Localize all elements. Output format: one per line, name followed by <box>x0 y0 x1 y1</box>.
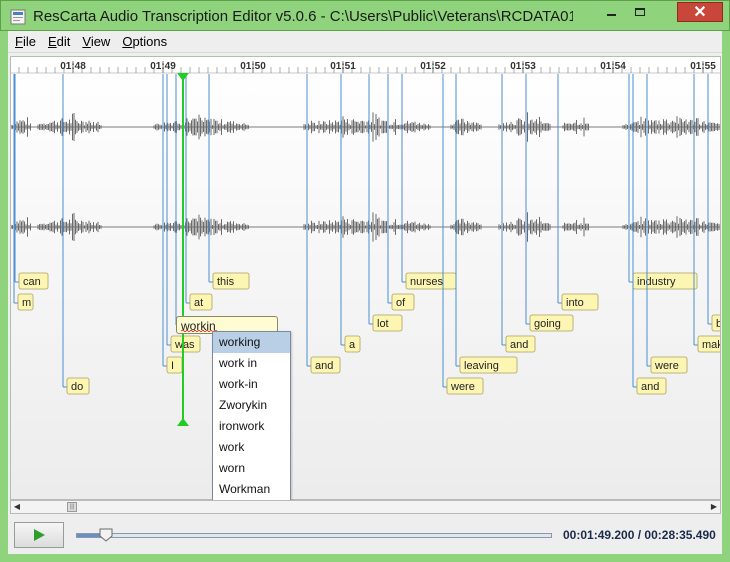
word-label[interactable]: a <box>349 339 356 351</box>
word-label[interactable]: of <box>396 297 406 309</box>
word-label[interactable]: leaving <box>464 360 499 372</box>
word-label[interactable]: into <box>566 297 584 309</box>
word-label[interactable]: industry <box>637 276 676 288</box>
suggestion-item[interactable]: worn <box>213 458 290 479</box>
play-button[interactable] <box>14 522 64 548</box>
word-label[interactable]: and <box>315 360 333 372</box>
word-label[interactable]: making <box>702 339 721 351</box>
word-label[interactable]: at <box>194 297 203 309</box>
suggestion-item[interactable]: working <box>213 332 290 353</box>
time-separator: / <box>637 528 642 542</box>
word-label[interactable]: this <box>217 276 235 288</box>
ruler-tick-label: 01:53 <box>510 61 536 72</box>
close-button[interactable]: ✕ <box>677 2 723 22</box>
suggestion-item[interactable]: work <box>213 437 290 458</box>
current-time: 00:01:49.200 <box>563 528 635 542</box>
menu-bar: File Edit View Options <box>8 31 722 53</box>
ruler-tick-label: 01:51 <box>330 61 356 72</box>
maximize-button[interactable] <box>627 2 653 22</box>
word-label[interactable]: nurses <box>410 276 444 288</box>
suggestion-item[interactable]: ironwork <box>213 416 290 437</box>
ruler-tick-label: 01:50 <box>240 61 266 72</box>
scroll-left-arrow-icon[interactable]: ◀ <box>11 501 23 513</box>
suggestion-item[interactable]: work-in <box>213 374 290 395</box>
maximize-icon <box>635 8 645 16</box>
window-frame-bottom <box>0 554 730 562</box>
suggestion-item[interactable]: work in <box>213 353 290 374</box>
word-label[interactable]: m <box>22 297 31 309</box>
word-label[interactable]: do <box>71 381 83 393</box>
timeline-canvas[interactable]: 01:48 01:49 01:50 01:51 01:52 01:53 01:54 01:55… <box>11 57 721 500</box>
word-label[interactable]: going <box>534 318 561 330</box>
total-time: 00:28:35.490 <box>644 528 716 542</box>
window-frame-left <box>0 31 8 562</box>
word-label[interactable]: lot <box>377 318 389 330</box>
ruler-tick-label: 01:54 <box>600 61 626 72</box>
word-label[interactable]: big <box>716 318 721 330</box>
horizontal-scrollbar[interactable]: ◀ ||| ▶ <box>10 500 721 514</box>
suggestion-item[interactable]: Zworykin <box>213 395 290 416</box>
minimize-button[interactable] <box>598 2 625 22</box>
minimize-icon <box>607 14 616 16</box>
spelling-suggestions-popup: working work in work-in Zworykin ironwor… <box>212 331 291 522</box>
window-title: ResCarta Audio Transcription Editor v5.0… <box>33 8 573 25</box>
ruler-tick-label: 01:49 <box>150 61 176 72</box>
menu-file[interactable]: File <box>10 34 41 49</box>
ruler-tick-label: 01:55 <box>690 61 716 72</box>
menu-view[interactable]: View <box>77 34 115 49</box>
word-label[interactable]: were <box>654 360 679 372</box>
close-icon: ✕ <box>693 4 707 21</box>
playback-position-slider[interactable] <box>76 528 552 542</box>
time-readout: 00:01:49.200 / 00:28:35.490 <box>563 528 716 542</box>
slider-track <box>76 533 552 538</box>
app-icon <box>10 9 26 25</box>
transcription-editor[interactable]: 01:48 01:49 01:50 01:51 01:52 01:53 01:54 01:55… <box>10 56 721 500</box>
word-label[interactable]: was <box>174 339 195 351</box>
scroll-right-arrow-icon[interactable]: ▶ <box>708 501 720 513</box>
word-label[interactable]: can <box>23 276 41 288</box>
slider-thumb[interactable] <box>99 528 113 542</box>
ruler-tick-label: 01:48 <box>60 61 86 72</box>
word-label[interactable]: I <box>171 360 174 372</box>
window-frame-right <box>722 31 730 562</box>
word-label[interactable]: and <box>641 381 659 393</box>
title-bar[interactable]: ResCarta Audio Transcription Editor v5.0… <box>0 0 730 31</box>
word-label[interactable]: were <box>450 381 475 393</box>
menu-options[interactable]: Options <box>117 34 172 49</box>
player-controls: 00:01:49.200 / 00:28:35.490 <box>8 514 722 554</box>
word-label[interactable]: and <box>510 339 528 351</box>
editor-background <box>11 57 720 499</box>
menu-edit[interactable]: Edit <box>43 34 75 49</box>
word-label-box[interactable] <box>166 356 183 374</box>
suggestion-item[interactable]: Workman <box>213 479 290 500</box>
scrollbar-thumb[interactable]: ||| <box>67 502 77 512</box>
ruler-tick-label: 01:52 <box>420 61 446 72</box>
play-icon <box>33 529 45 541</box>
